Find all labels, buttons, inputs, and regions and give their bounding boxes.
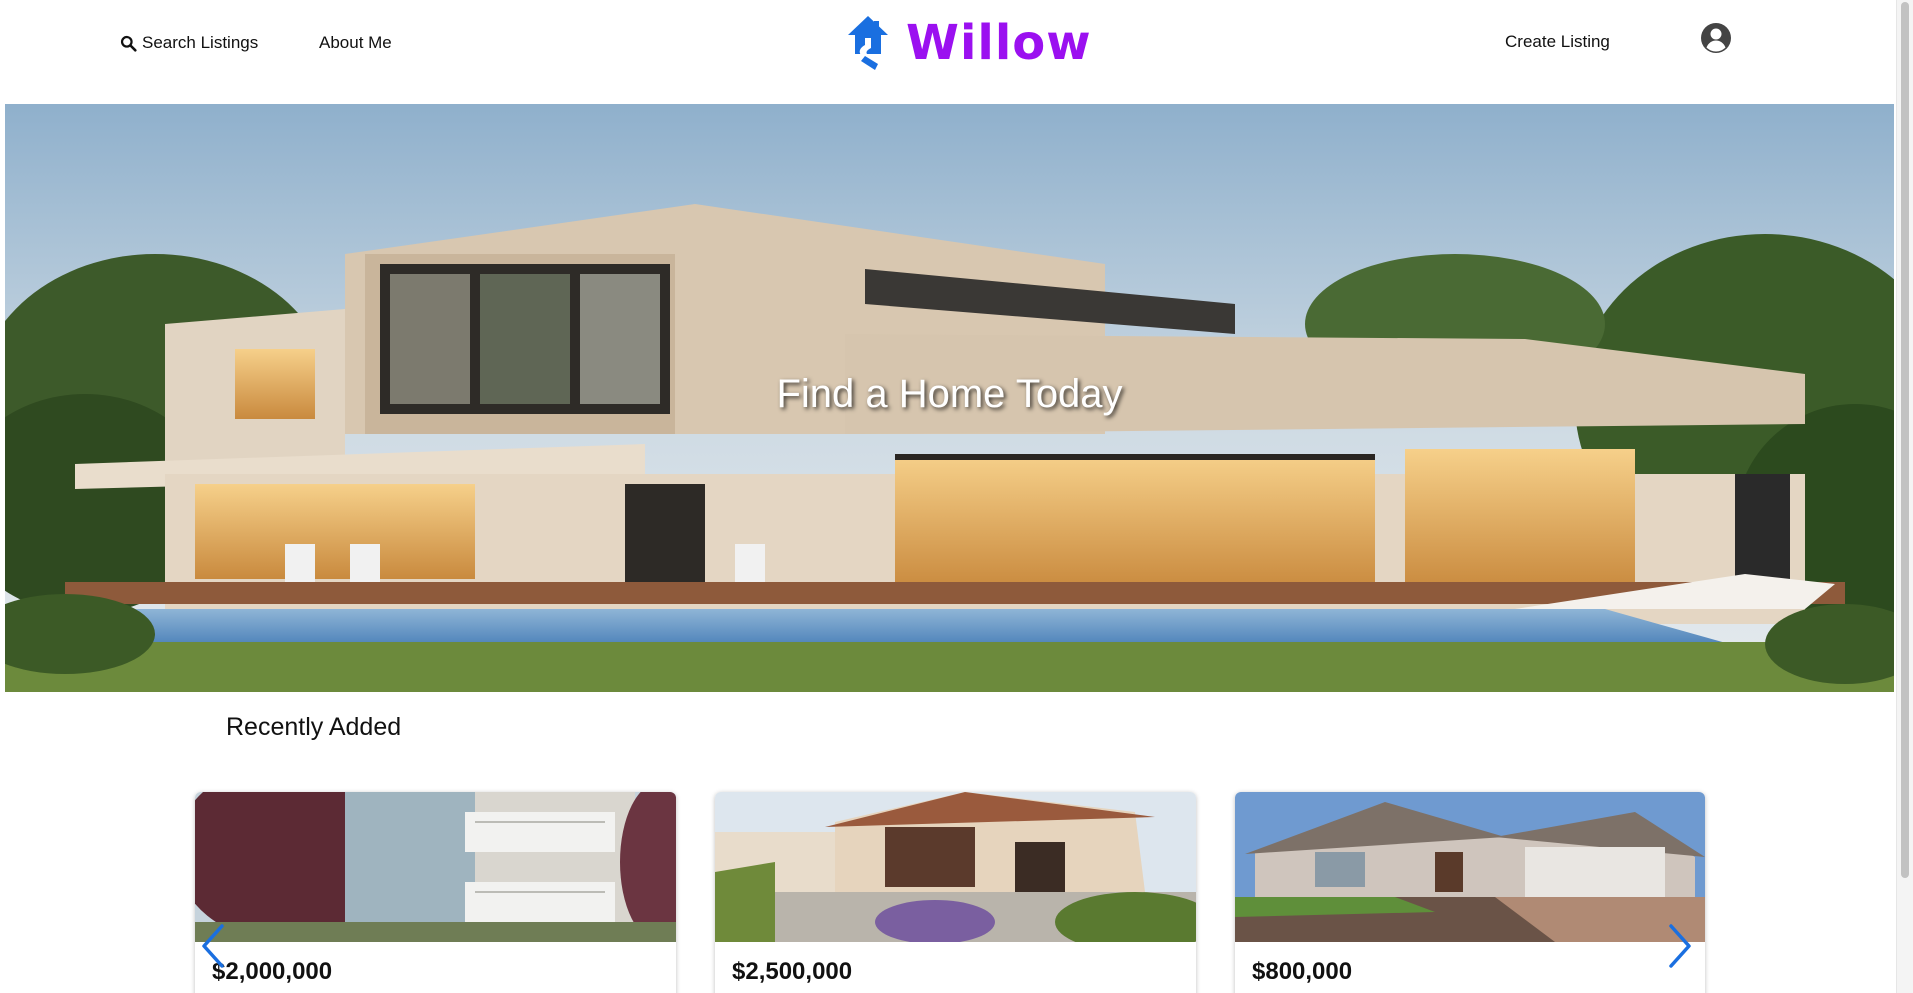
listing-card[interactable]: $2,500,000 <box>715 792 1196 993</box>
listing-photo <box>715 792 1196 942</box>
search-listings-link[interactable]: Search Listings <box>120 33 258 53</box>
about-me-label: About Me <box>319 33 392 52</box>
chevron-right-icon[interactable] <box>1665 920 1697 972</box>
brand-logo[interactable]: Willow <box>846 14 1092 72</box>
recently-added-title: Recently Added <box>226 713 402 741</box>
hero-banner: Find a Home Today <box>5 104 1894 692</box>
listing-price: $2,000,000 <box>212 958 333 985</box>
search-listings-label: Search Listings <box>142 33 259 52</box>
listing-photo <box>195 792 676 942</box>
listing-card[interactable]: $800,000 <box>1235 792 1705 993</box>
listing-price: $2,500,000 <box>732 958 853 985</box>
hero-title: Find a Home Today <box>776 372 1123 416</box>
listing-card[interactable]: $2,000,000 <box>195 792 676 993</box>
listing-photo <box>1235 792 1705 942</box>
about-me-link[interactable]: About Me <box>319 33 392 53</box>
top-navigation: Search Listings About Me Willow Create L… <box>0 0 1894 104</box>
chevron-left-icon[interactable] <box>196 920 228 972</box>
brand-name: Willow <box>906 15 1092 71</box>
user-avatar-icon[interactable] <box>1700 22 1732 54</box>
scrollbar-thumb[interactable] <box>1901 2 1909 878</box>
search-icon <box>120 35 137 52</box>
create-listing-link[interactable]: Create Listing <box>1505 32 1610 52</box>
page-scrollbar[interactable] <box>1896 0 1913 993</box>
house-logo-icon <box>846 14 890 72</box>
listing-price: $800,000 <box>1252 958 1353 985</box>
create-listing-label: Create Listing <box>1505 32 1610 51</box>
